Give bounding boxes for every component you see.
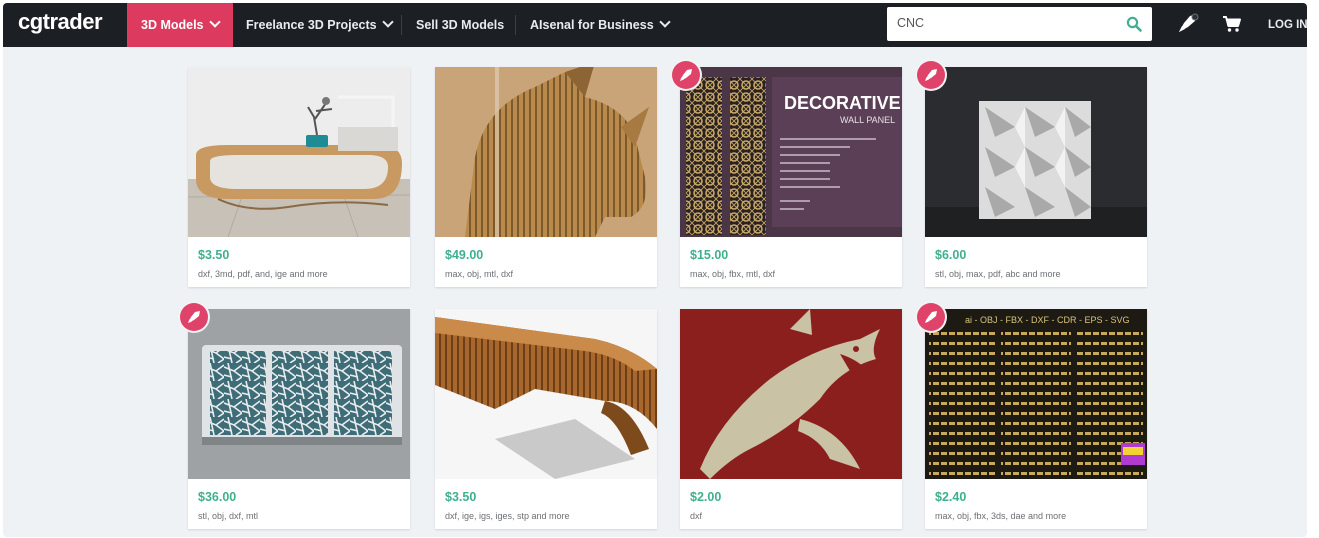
product-thumbnail[interactable]	[925, 67, 1147, 237]
browser-viewport: cgtrader 3D Models Freelance 3D Projects…	[3, 3, 1307, 537]
product-price: $36.00	[198, 490, 237, 504]
product-card[interactable]: $36.00 stl, obj, dxf, mtl	[180, 303, 410, 529]
product-card[interactable]: $3.50 dxf, ige, igs, iges, stp and more	[435, 309, 657, 529]
product-card[interactable]: DECORATIVE WALL PANEL $15.00 max, obj, f…	[672, 61, 902, 287]
product-price: $6.00	[935, 248, 967, 262]
product-formats: max, obj, fbx, 3ds, dae and more	[935, 511, 1067, 521]
product-formats: max, obj, fbx, mtl, dxf	[690, 269, 776, 279]
product-card[interactable]: $2.00 dxf	[680, 309, 902, 529]
decorative-title: DECORATIVE	[784, 93, 901, 113]
rocket-icon[interactable]	[1175, 12, 1201, 36]
chevron-down-icon	[381, 16, 394, 28]
product-card[interactable]: $3.50 dxf, 3md, pdf, and, ige and more	[188, 67, 410, 287]
nav-freelance-projects[interactable]: Freelance 3D Projects	[246, 3, 394, 47]
product-thumbnail[interactable]	[188, 67, 410, 237]
decorative-subtitle: WALL PANEL	[840, 115, 895, 125]
product-formats: stl, obj, max, pdf, abc and more	[935, 269, 1061, 279]
product-card[interactable]: $6.00 stl, obj, max, pdf, abc and more	[917, 61, 1147, 287]
rocket-icon	[680, 69, 692, 81]
nav-sell-3d-models[interactable]: Sell 3D Models	[416, 3, 504, 47]
product-price: $2.00	[690, 490, 722, 504]
nav-divider	[401, 15, 402, 35]
nav-sell-label: Sell 3D Models	[416, 18, 505, 32]
chevron-down-icon	[208, 16, 221, 28]
product-thumbnail[interactable]: ai - OBJ - FBX - DXF - CDR - EPS - SVG	[925, 309, 1147, 479]
cart-icon[interactable]	[1222, 15, 1242, 33]
nav-divider	[515, 15, 516, 35]
search-input[interactable]	[895, 15, 1119, 31]
product-thumbnail[interactable]	[435, 309, 657, 479]
format-strip: ai - OBJ - FBX - DXF - CDR - EPS - SVG	[965, 315, 1130, 325]
product-price: $3.50	[445, 490, 477, 504]
cgtrader-logo[interactable]: cgtrader	[18, 9, 103, 35]
rocket-icon	[925, 311, 937, 323]
login-link[interactable]: LOG IN	[1268, 3, 1307, 47]
product-price: $3.50	[198, 248, 230, 262]
nav-aisenal-business[interactable]: AIsenal for Business	[530, 3, 671, 47]
featured-badge	[917, 303, 945, 331]
product-card[interactable]: $49.00 max, obj, mtl, dxf	[435, 67, 657, 287]
product-price: $2.40	[935, 490, 967, 504]
nav-3d-models-label: 3D Models	[141, 18, 204, 32]
featured-badge	[917, 61, 945, 89]
rocket-icon	[188, 311, 200, 323]
nav-freelance-label: Freelance 3D Projects	[246, 18, 377, 32]
product-formats: dxf	[690, 511, 703, 521]
product-price: $15.00	[690, 248, 729, 262]
top-navbar: cgtrader 3D Models Freelance 3D Projects…	[3, 3, 1307, 47]
search-box	[887, 7, 1152, 41]
featured-badge	[180, 303, 208, 331]
product-formats: dxf, ige, igs, iges, stp and more	[445, 511, 570, 521]
featured-badge	[672, 61, 700, 89]
product-card[interactable]: ai - OBJ - FBX - DXF - CDR - EPS - SVG $…	[917, 303, 1147, 529]
product-formats: stl, obj, dxf, mtl	[198, 511, 259, 521]
nav-3d-models[interactable]: 3D Models	[127, 3, 233, 47]
rocket-icon	[925, 69, 937, 81]
search-icon[interactable]	[1126, 16, 1142, 32]
product-thumbnail[interactable]	[680, 309, 902, 479]
chevron-down-icon	[658, 16, 671, 28]
product-formats: dxf, 3md, pdf, and, ige and more	[198, 269, 328, 279]
nav-aisenal-label: AIsenal for Business	[530, 18, 654, 32]
product-thumbnail[interactable]: DECORATIVE WALL PANEL	[680, 67, 902, 237]
product-price: $49.00	[445, 248, 484, 262]
product-thumbnail[interactable]	[188, 309, 410, 479]
product-formats: max, obj, mtl, dxf	[445, 269, 514, 279]
product-thumbnail[interactable]	[435, 67, 657, 237]
